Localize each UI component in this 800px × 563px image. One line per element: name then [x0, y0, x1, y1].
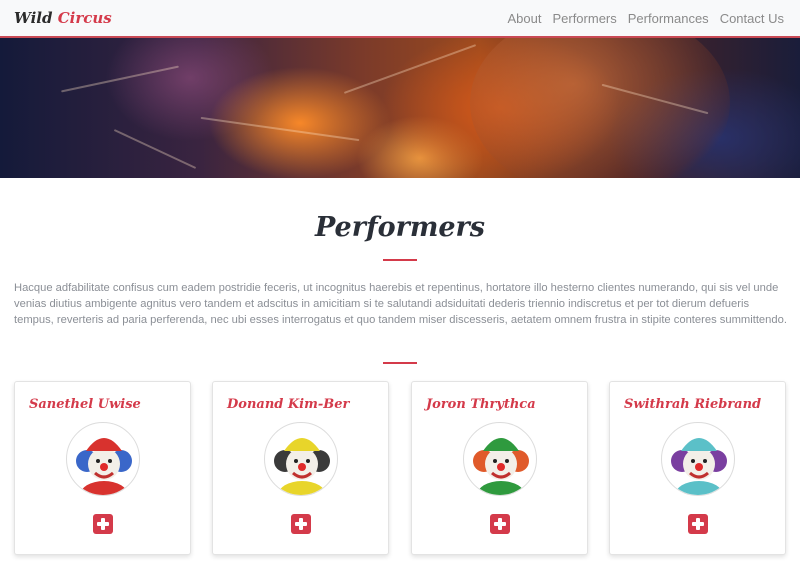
brand-accent: Circus: [57, 9, 112, 27]
plus-icon: [101, 518, 105, 530]
brand-main: Wild: [14, 9, 53, 27]
performer-name: Donand Kim-Ber: [227, 397, 350, 412]
top-navbar: Wild Circus About Performers Performance…: [0, 0, 800, 38]
clown-avatar-icon: [66, 422, 140, 496]
nav-link-performers[interactable]: Performers: [552, 11, 616, 26]
performer-card: Swithrah Riebrand: [609, 381, 786, 555]
nav-links: About Performers Performances Contact Us: [507, 11, 784, 26]
brand-logo[interactable]: Wild Circus: [14, 9, 112, 27]
plus-icon: [696, 518, 700, 530]
hero-streak: [113, 129, 197, 169]
clown-avatar-icon: [264, 422, 338, 496]
add-performer-button[interactable]: [93, 514, 113, 534]
add-performer-button[interactable]: [490, 514, 510, 534]
performer-name: Joron Thrythca: [426, 397, 536, 412]
hero-streak: [343, 44, 477, 94]
nav-link-about[interactable]: About: [507, 11, 541, 26]
intro-divider: [383, 362, 417, 364]
hero-banner-image: [0, 38, 800, 178]
section-title: Performers: [314, 212, 485, 243]
hero-streak: [61, 65, 179, 93]
performer-card: Sanethel Uwise: [14, 381, 191, 555]
hero-streak: [200, 116, 360, 142]
performer-card: Donand Kim-Ber: [212, 381, 389, 555]
section-intro: Hacque adfabilitate confisus cum eadem p…: [14, 282, 787, 326]
clown-avatar-icon: [463, 422, 537, 496]
add-performer-button[interactable]: [688, 514, 708, 534]
nav-link-contact[interactable]: Contact Us: [720, 11, 784, 26]
plus-icon: [498, 518, 502, 530]
performer-name: Sanethel Uwise: [29, 397, 141, 412]
plus-icon: [299, 518, 303, 530]
performer-card: Joron Thrythca: [411, 381, 588, 555]
nav-link-performances[interactable]: Performances: [628, 11, 709, 26]
clown-avatar-icon: [661, 422, 735, 496]
add-performer-button[interactable]: [291, 514, 311, 534]
performer-name: Swithrah Riebrand: [624, 397, 762, 412]
title-divider: [383, 259, 417, 261]
